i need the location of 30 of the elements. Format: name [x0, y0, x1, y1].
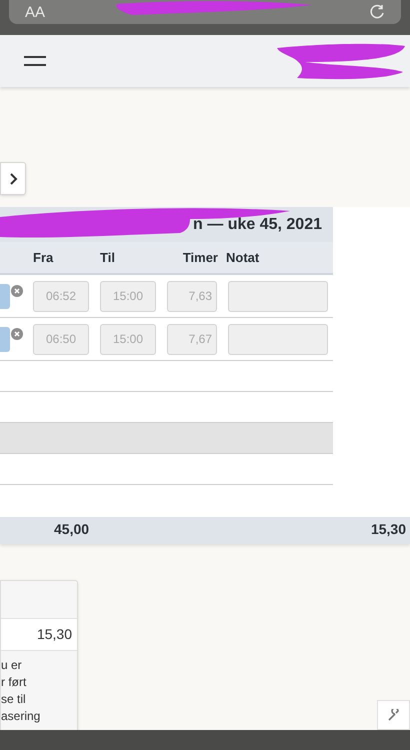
- expand-button[interactable]: [0, 162, 26, 195]
- hours-field[interactable]: 7,67: [167, 324, 217, 354]
- total-hours: 45,00: [54, 520, 90, 539]
- reload-icon[interactable]: [369, 4, 385, 20]
- note-text-line: r ført: [1, 675, 26, 689]
- column-header: Notat: [226, 248, 260, 267]
- row-handle[interactable]: [0, 284, 10, 308]
- start-time-field[interactable]: 06:52: [33, 280, 89, 312]
- tools-button[interactable]: [377, 700, 410, 730]
- column-header: Til: [100, 248, 116, 267]
- column-header: Timer: [182, 248, 218, 267]
- week-title: n — uke 45, 2021: [193, 214, 322, 234]
- remove-icon[interactable]: [11, 328, 23, 340]
- row-handle[interactable]: [0, 326, 10, 352]
- end-time-field[interactable]: 15:00: [100, 324, 156, 354]
- column-header: Fra: [33, 248, 54, 267]
- remove-icon[interactable]: [11, 285, 23, 297]
- menu-icon[interactable]: [23, 54, 47, 68]
- hours-field[interactable]: 7,63: [167, 280, 217, 312]
- text-size-button[interactable]: AA: [25, 4, 46, 20]
- end-time-field[interactable]: 15:00: [100, 280, 156, 312]
- start-time-field[interactable]: 06:50: [33, 324, 89, 354]
- note-text-line: se til: [1, 692, 26, 706]
- note-text-line: u er: [1, 658, 22, 672]
- chevron-right-icon: [8, 172, 18, 184]
- note-field[interactable]: [228, 324, 328, 354]
- note-field[interactable]: [228, 280, 328, 312]
- total-value: 15,30: [370, 520, 406, 539]
- note-text-line: asering: [1, 709, 40, 723]
- summary-value: 15,30: [36, 625, 72, 644]
